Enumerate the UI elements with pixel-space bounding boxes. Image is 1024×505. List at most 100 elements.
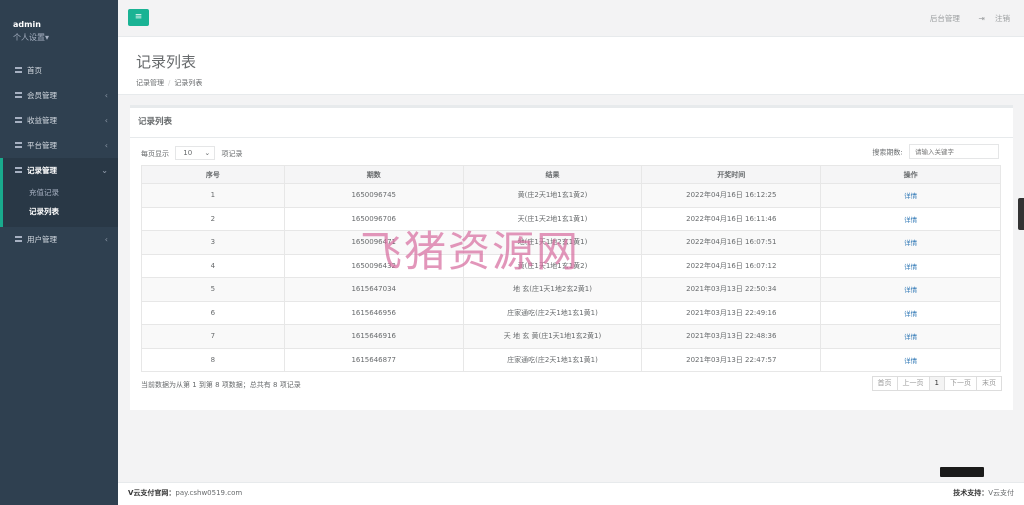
breadcrumb: 记录管理 / 记录列表 bbox=[136, 78, 1024, 88]
pager-page-button[interactable]: 1 bbox=[928, 376, 945, 391]
sidebar-item-label: 会员管理 bbox=[27, 91, 57, 100]
sidebar-subitem-recharge[interactable]: 充值记录 bbox=[3, 183, 118, 202]
cell-action: 详情 bbox=[820, 300, 1001, 325]
sidebar-item-records[interactable]: 记录管理 ⌄ bbox=[3, 158, 118, 183]
profile-settings-dropdown[interactable]: 个人设置▾ bbox=[13, 32, 118, 43]
cell-index: 6 bbox=[141, 300, 285, 325]
cell-index: 4 bbox=[141, 253, 285, 278]
cell-period: 1615646916 bbox=[283, 324, 464, 349]
pager-last-button[interactable]: 末页 bbox=[976, 376, 1002, 391]
cell-draw-time: 2021年03月13日 22:49:16 bbox=[641, 300, 822, 325]
chevron-left-icon: ‹ bbox=[104, 91, 108, 100]
chevron-left-icon: ‹ bbox=[104, 116, 108, 125]
cell-action: 详情 bbox=[820, 253, 1001, 278]
cell-draw-time: 2021年03月13日 22:48:36 bbox=[641, 324, 822, 349]
profile-name: admin bbox=[13, 20, 41, 29]
footer: V云支付官网：pay.cshw0519.com 技术支持：V云支付 bbox=[118, 482, 1024, 505]
cell-action: 详情 bbox=[820, 206, 1001, 231]
sidebar-item-members[interactable]: 会员管理 ‹ bbox=[0, 83, 118, 108]
table-row: 4 1650096432 黄(庄1天1地1玄1黄2) 2022年04月16日 16:0… bbox=[141, 253, 1001, 278]
sidebar-item-users[interactable]: 用户管理 ‹ bbox=[0, 227, 118, 252]
sidebar-item-label: 记录管理 bbox=[27, 166, 57, 175]
admin-link[interactable]: 后台管理 bbox=[930, 14, 960, 23]
sidebar-item-earnings[interactable]: 收益管理 ‹ bbox=[0, 108, 118, 133]
list-icon bbox=[15, 67, 22, 73]
table-row: 5 1615647034 地 玄(庄1天1地2玄2黄1) 2021年03月13日 22… bbox=[141, 277, 1001, 302]
search-label: 搜索期数: bbox=[872, 148, 903, 157]
side-drawer-handle[interactable] bbox=[1018, 198, 1024, 230]
table-row: 1 1650096745 黄(庄2天1地1玄1黄2) 2022年04月16日 16:1… bbox=[141, 183, 1001, 208]
logout-label: 注销 bbox=[995, 14, 1010, 23]
pager-first-button[interactable]: 首页 bbox=[871, 376, 898, 391]
page-heading: 记录列表 记录管理 / 记录列表 bbox=[118, 37, 1024, 95]
topbar-links: 后台管理 ⇥ 注销 bbox=[922, 13, 1010, 24]
detail-link[interactable]: 详情 bbox=[904, 239, 917, 247]
cell-action: 详情 bbox=[820, 347, 1001, 372]
list-icon bbox=[15, 236, 22, 242]
sidebar-subitem-record-list[interactable]: 记录列表 bbox=[3, 202, 118, 221]
column-header-result[interactable]: 结果 bbox=[462, 165, 643, 184]
pager-prev-button[interactable]: 上一页 bbox=[896, 376, 930, 391]
search-control: 搜索期数: bbox=[872, 144, 999, 160]
chevron-left-icon: ‹ bbox=[104, 235, 108, 244]
table-controls: 每页显示 10 ⌄ 项记录 搜索期数: bbox=[130, 138, 1013, 164]
cell-result: 黄(庄2天1地1玄1黄2) bbox=[462, 183, 643, 208]
footer-left: V云支付官网：pay.cshw0519.com bbox=[128, 489, 242, 497]
cell-period: 1615646956 bbox=[283, 300, 464, 325]
detail-link[interactable]: 详情 bbox=[904, 286, 917, 294]
length-prefix: 每页显示 bbox=[141, 150, 169, 158]
cell-action: 详情 bbox=[820, 183, 1001, 208]
search-input[interactable] bbox=[909, 144, 999, 159]
chevron-down-icon: ⌄ bbox=[101, 166, 108, 175]
cell-result: 黄(庄1天1地1玄1黄2) bbox=[462, 253, 643, 278]
sidebar-item-home[interactable]: 首页 bbox=[0, 58, 118, 83]
list-icon bbox=[15, 92, 22, 98]
cell-index: 8 bbox=[141, 347, 285, 372]
detail-link[interactable]: 详情 bbox=[904, 216, 917, 224]
column-header-draw-time[interactable]: 开奖时间 bbox=[641, 165, 822, 184]
column-header-period[interactable]: 期数 bbox=[283, 165, 464, 184]
chevron-left-icon: ‹ bbox=[104, 141, 108, 150]
table-row: 2 1650096706 天(庄1天2地1玄1黄1) 2022年04月16日 16:1… bbox=[141, 206, 1001, 231]
menu-toggle-button[interactable]: ≡ bbox=[128, 9, 149, 26]
cell-index: 2 bbox=[141, 206, 285, 231]
cell-result: 庄家通吃(庄2天1地1玄1黄1) bbox=[462, 300, 643, 325]
profile-settings-label: 个人设置 bbox=[13, 33, 45, 42]
cell-draw-time: 2022年04月16日 16:07:51 bbox=[641, 230, 822, 255]
cell-result: 庄家通吃(庄2天1地1玄1黄1) bbox=[462, 347, 643, 372]
cell-result: 天 地 玄 黄(庄1天1地1玄2黄1) bbox=[462, 324, 643, 349]
cell-draw-time: 2022年04月16日 16:07:12 bbox=[641, 253, 822, 278]
cell-draw-time: 2021年03月13日 22:47:57 bbox=[641, 347, 822, 372]
table-row: 8 1615646877 庄家通吃(庄2天1地1玄1黄1) 2021年03月13日 2… bbox=[141, 347, 1001, 372]
column-header-index[interactable]: 序号 bbox=[141, 165, 285, 184]
cell-period: 1650096471 bbox=[283, 230, 464, 255]
detail-link[interactable]: 详情 bbox=[904, 357, 917, 365]
cell-index: 3 bbox=[141, 230, 285, 255]
cell-action: 详情 bbox=[820, 324, 1001, 349]
pager-next-button[interactable]: 下一页 bbox=[944, 376, 977, 391]
record-panel: 记录列表 每页显示 10 ⌄ 项记录 搜索期数: 序号 期数 结果 开奖时间 操作… bbox=[130, 105, 1013, 410]
cell-index: 5 bbox=[141, 277, 285, 302]
breadcrumb-parent[interactable]: 记录管理 bbox=[136, 79, 164, 87]
cell-draw-time: 2021年03月13日 22:50:34 bbox=[641, 277, 822, 302]
cell-draw-time: 2022年04月16日 16:11:46 bbox=[641, 206, 822, 231]
page-length-control: 每页显示 10 ⌄ 项记录 bbox=[141, 146, 242, 161]
table-row: 6 1615646956 庄家通吃(庄2天1地1玄1黄1) 2021年03月13日 2… bbox=[141, 300, 1001, 325]
pagination: 首页 上一页 1 下一页 末页 bbox=[871, 376, 1002, 391]
list-icon bbox=[15, 142, 22, 148]
sidebar-item-label: 收益管理 bbox=[27, 116, 57, 125]
sidebar-item-platform[interactable]: 平台管理 ‹ bbox=[0, 133, 118, 158]
logout-link[interactable]: ⇥ 注销 bbox=[970, 14, 1010, 23]
cell-result: 地 玄(庄1天1地2玄2黄1) bbox=[462, 277, 643, 302]
column-header-action: 操作 bbox=[820, 165, 1001, 184]
footer-support-value: V云支付 bbox=[988, 489, 1014, 497]
detail-link[interactable]: 详情 bbox=[904, 333, 917, 341]
page-length-select[interactable]: 10 ⌄ bbox=[175, 146, 216, 160]
menu-icon: ≡ bbox=[134, 12, 143, 22]
sidebar-group-records: 记录管理 ⌄ 充值记录 记录列表 bbox=[0, 158, 118, 227]
detail-link[interactable]: 详情 bbox=[904, 310, 917, 318]
footer-site-url[interactable]: pay.cshw0519.com bbox=[175, 489, 242, 497]
detail-link[interactable]: 详情 bbox=[904, 263, 917, 271]
breadcrumb-separator: / bbox=[168, 79, 171, 87]
detail-link[interactable]: 详情 bbox=[904, 192, 917, 200]
